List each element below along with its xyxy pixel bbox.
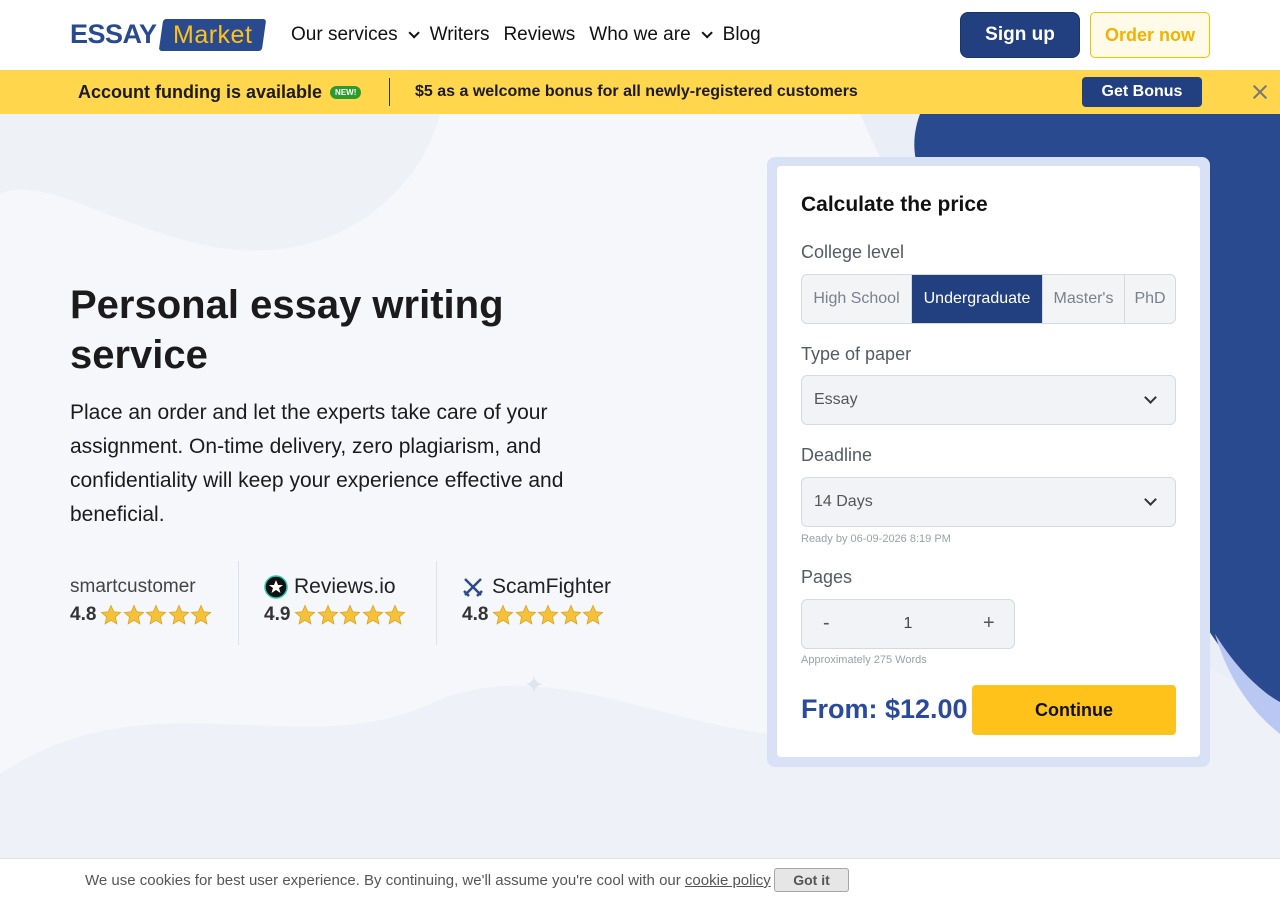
sign-up-button[interactable]: Sign up — [960, 12, 1080, 58]
banner-divider — [389, 78, 390, 106]
college-level-selector: High School Undergraduate Master's PhD — [801, 274, 1176, 324]
close-icon[interactable] — [1251, 83, 1269, 101]
svg-text:✦: ✦ — [524, 671, 544, 699]
level-option-masters[interactable]: Master's — [1043, 275, 1125, 323]
price-calculator: Calculate the price College level High S… — [777, 166, 1200, 757]
paper-type-label: Type of paper — [801, 344, 912, 364]
page-title: Personal essay writing service — [70, 283, 504, 377]
nav-label: Who we are — [589, 24, 691, 45]
nav-who-we-are[interactable]: Who we are — [589, 24, 713, 46]
words-hint: Approximately 275 Words — [801, 654, 927, 666]
main-nav: Our services Writers Reviews Who we are … — [291, 24, 775, 46]
star-rating — [100, 604, 213, 626]
continue-button[interactable]: Continue — [972, 685, 1176, 735]
pages-label: Pages — [801, 567, 853, 587]
star-icon — [560, 604, 582, 625]
scamfighter-logo: ScamFighter — [462, 574, 636, 600]
chevron-down-icon — [408, 27, 420, 39]
star-icon — [384, 604, 406, 625]
nav-label: Our services — [291, 24, 398, 45]
order-now-button[interactable]: Order now — [1090, 12, 1210, 58]
star-icon — [537, 604, 559, 625]
cookie-message: We use cookies for best user experience.… — [85, 872, 771, 889]
chevron-down-icon — [701, 27, 713, 39]
calculator-title: Calculate the price — [801, 193, 988, 216]
get-bonus-button[interactable]: Get Bonus — [1082, 77, 1202, 107]
deadline-select[interactable]: 14 Days — [801, 477, 1176, 527]
crossed-swords-icon — [463, 578, 483, 597]
star-icon — [492, 604, 514, 625]
nav-label: Writers — [429, 24, 490, 45]
rating-score: 4.8 — [70, 604, 97, 625]
rating-score: 4.8 — [462, 604, 489, 625]
rating-smartcustomer[interactable]: smartcustomer 4.8 — [70, 561, 238, 645]
level-option-high-school[interactable]: High School — [802, 275, 912, 323]
level-option-undergraduate[interactable]: Undergraduate — [912, 275, 1043, 323]
star-icon — [190, 604, 212, 625]
cookie-policy-link[interactable]: cookie policy — [685, 872, 771, 889]
account-funding-text: Account funding is available — [78, 82, 323, 102]
smartcustomer-logo: smartcustomer — [70, 576, 196, 597]
star-icon — [145, 604, 167, 625]
promo-banner: Account funding is available NEW! $5 as … — [0, 70, 1280, 114]
got-it-button[interactable]: Got it — [774, 868, 849, 892]
logo[interactable]: ESSAY Market — [70, 18, 267, 51]
paper-type-value: Essay — [814, 391, 858, 408]
nav-blog[interactable]: Blog — [723, 24, 761, 46]
rating-reviews-io[interactable]: Reviews.io 4.9 — [238, 561, 436, 645]
nav-reviews[interactable]: Reviews — [503, 24, 575, 46]
paper-type-select[interactable]: Essay — [801, 375, 1176, 425]
price-display: From: $12.00 — [801, 694, 968, 724]
nav-label: Blog — [722, 24, 761, 45]
nav-writers[interactable]: Writers — [430, 24, 490, 46]
chevron-down-icon — [1144, 493, 1157, 506]
star-rating — [294, 604, 407, 626]
star-icon — [317, 604, 339, 625]
star-icon — [515, 604, 537, 625]
cookie-text: We use cookies for best user experience.… — [85, 872, 685, 889]
nav-our-services[interactable]: Our services — [291, 24, 420, 46]
rating-score: 4.9 — [264, 604, 291, 625]
hero-description: Place an order and let the experts take … — [70, 401, 564, 526]
cookie-bar: We use cookies for best user experience.… — [0, 858, 1280, 900]
reviews-io-star-icon — [264, 575, 288, 599]
star-icon — [100, 604, 122, 625]
star-icon — [294, 604, 316, 625]
rating-scamfighter[interactable]: ScamFighter 4.8 — [436, 561, 636, 645]
chevron-down-icon — [1144, 391, 1157, 404]
deadline-label: Deadline — [801, 445, 873, 465]
logo-market-text: Market — [158, 18, 267, 51]
scamfighter-name: ScamFighter — [492, 575, 612, 598]
star-rating — [492, 604, 605, 626]
ratings-row: smartcustomer 4.8 Reviews.io 4.9 ScamFig… — [70, 561, 636, 645]
college-level-label: College level — [801, 242, 905, 262]
account-funding-notice: Account funding is available NEW! — [78, 82, 362, 103]
increment-button[interactable]: + — [983, 612, 995, 635]
welcome-bonus-text: $5 as a welcome bonus for all newly-regi… — [415, 83, 858, 100]
star-icon — [362, 604, 384, 625]
reviews-io-logo: Reviews.io — [264, 574, 436, 600]
level-option-phd[interactable]: PhD — [1125, 275, 1175, 323]
reviews-io-name: Reviews.io — [294, 575, 396, 598]
deadline-value: 14 Days — [814, 493, 873, 510]
ready-by-hint: Ready by 06-09-2026 8:19 PM — [801, 533, 951, 545]
star-icon — [582, 604, 604, 625]
star-icon — [339, 604, 361, 625]
pages-stepper: - 1 + — [801, 599, 1015, 649]
hero-section: ✦ Personal essay writing service Place a… — [0, 114, 1280, 900]
new-badge: NEW! — [330, 86, 362, 99]
logo-essay-text: ESSAY — [70, 19, 157, 49]
star-icon — [123, 604, 145, 625]
nav-label: Reviews — [503, 24, 576, 45]
star-icon — [168, 604, 190, 625]
site-header: ESSAY Market Our services Writers Review… — [0, 0, 1280, 70]
